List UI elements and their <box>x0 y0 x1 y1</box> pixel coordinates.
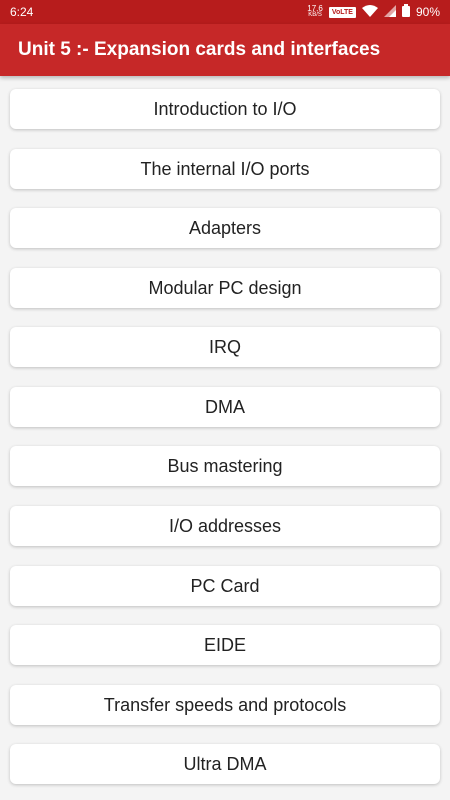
status-bar: 6:24 17.6 KB/S VoLTE 90% <box>0 0 450 24</box>
topic-label: PC Card <box>190 575 260 596</box>
status-icons: 17.6 KB/S VoLTE 90% <box>307 4 440 20</box>
battery-icon <box>401 4 410 20</box>
topic-list: Introduction to I/O The internal I/O por… <box>0 76 450 800</box>
topic-item[interactable]: Modular PC design <box>10 268 440 308</box>
topic-label: IRQ <box>208 336 241 357</box>
topic-item[interactable]: Bus mastering <box>10 446 440 486</box>
topic-item[interactable]: The internal I/O ports <box>10 149 440 189</box>
battery-percent: 90% <box>415 5 440 19</box>
topic-label: Bus mastering <box>167 455 283 476</box>
topic-label: The internal I/O ports <box>140 158 310 179</box>
topic-label: Modular PC design <box>148 277 302 298</box>
topic-item[interactable]: IRQ <box>10 327 440 367</box>
network-speed: 17.6 KB/S <box>307 5 323 19</box>
topic-item[interactable]: Introduction to I/O <box>10 89 440 129</box>
network-speed-value: 17.6 <box>307 4 323 13</box>
topic-label: I/O addresses <box>168 515 282 536</box>
volte-badge: VoLTE <box>328 6 356 18</box>
topic-label: Transfer speeds and protocols <box>103 694 347 715</box>
status-time: 6:24 <box>10 5 34 19</box>
topic-label: DMA <box>205 396 245 417</box>
topic-item[interactable]: Transfer speeds and protocols <box>10 685 440 725</box>
topic-item[interactable]: EIDE <box>10 625 440 665</box>
wifi-icon <box>361 4 378 20</box>
topic-item[interactable]: I/O addresses <box>10 506 440 546</box>
signal-icon <box>383 4 396 20</box>
topic-label: EIDE <box>203 634 246 655</box>
topic-item[interactable]: PC Card <box>10 566 440 606</box>
topic-item[interactable]: Ultra DMA <box>10 744 440 784</box>
page-title: Unit 5 :- Expansion cards and interfaces <box>18 39 381 60</box>
network-speed-unit: KB/S <box>308 12 322 18</box>
topic-label: Adapters <box>188 217 262 238</box>
topic-label: Introduction to I/O <box>153 98 297 119</box>
app-bar: Unit 5 :- Expansion cards and interfaces <box>0 24 450 76</box>
topic-item[interactable]: Adapters <box>10 208 440 248</box>
topic-label: Ultra DMA <box>183 753 267 774</box>
topic-item[interactable]: DMA <box>10 387 440 427</box>
